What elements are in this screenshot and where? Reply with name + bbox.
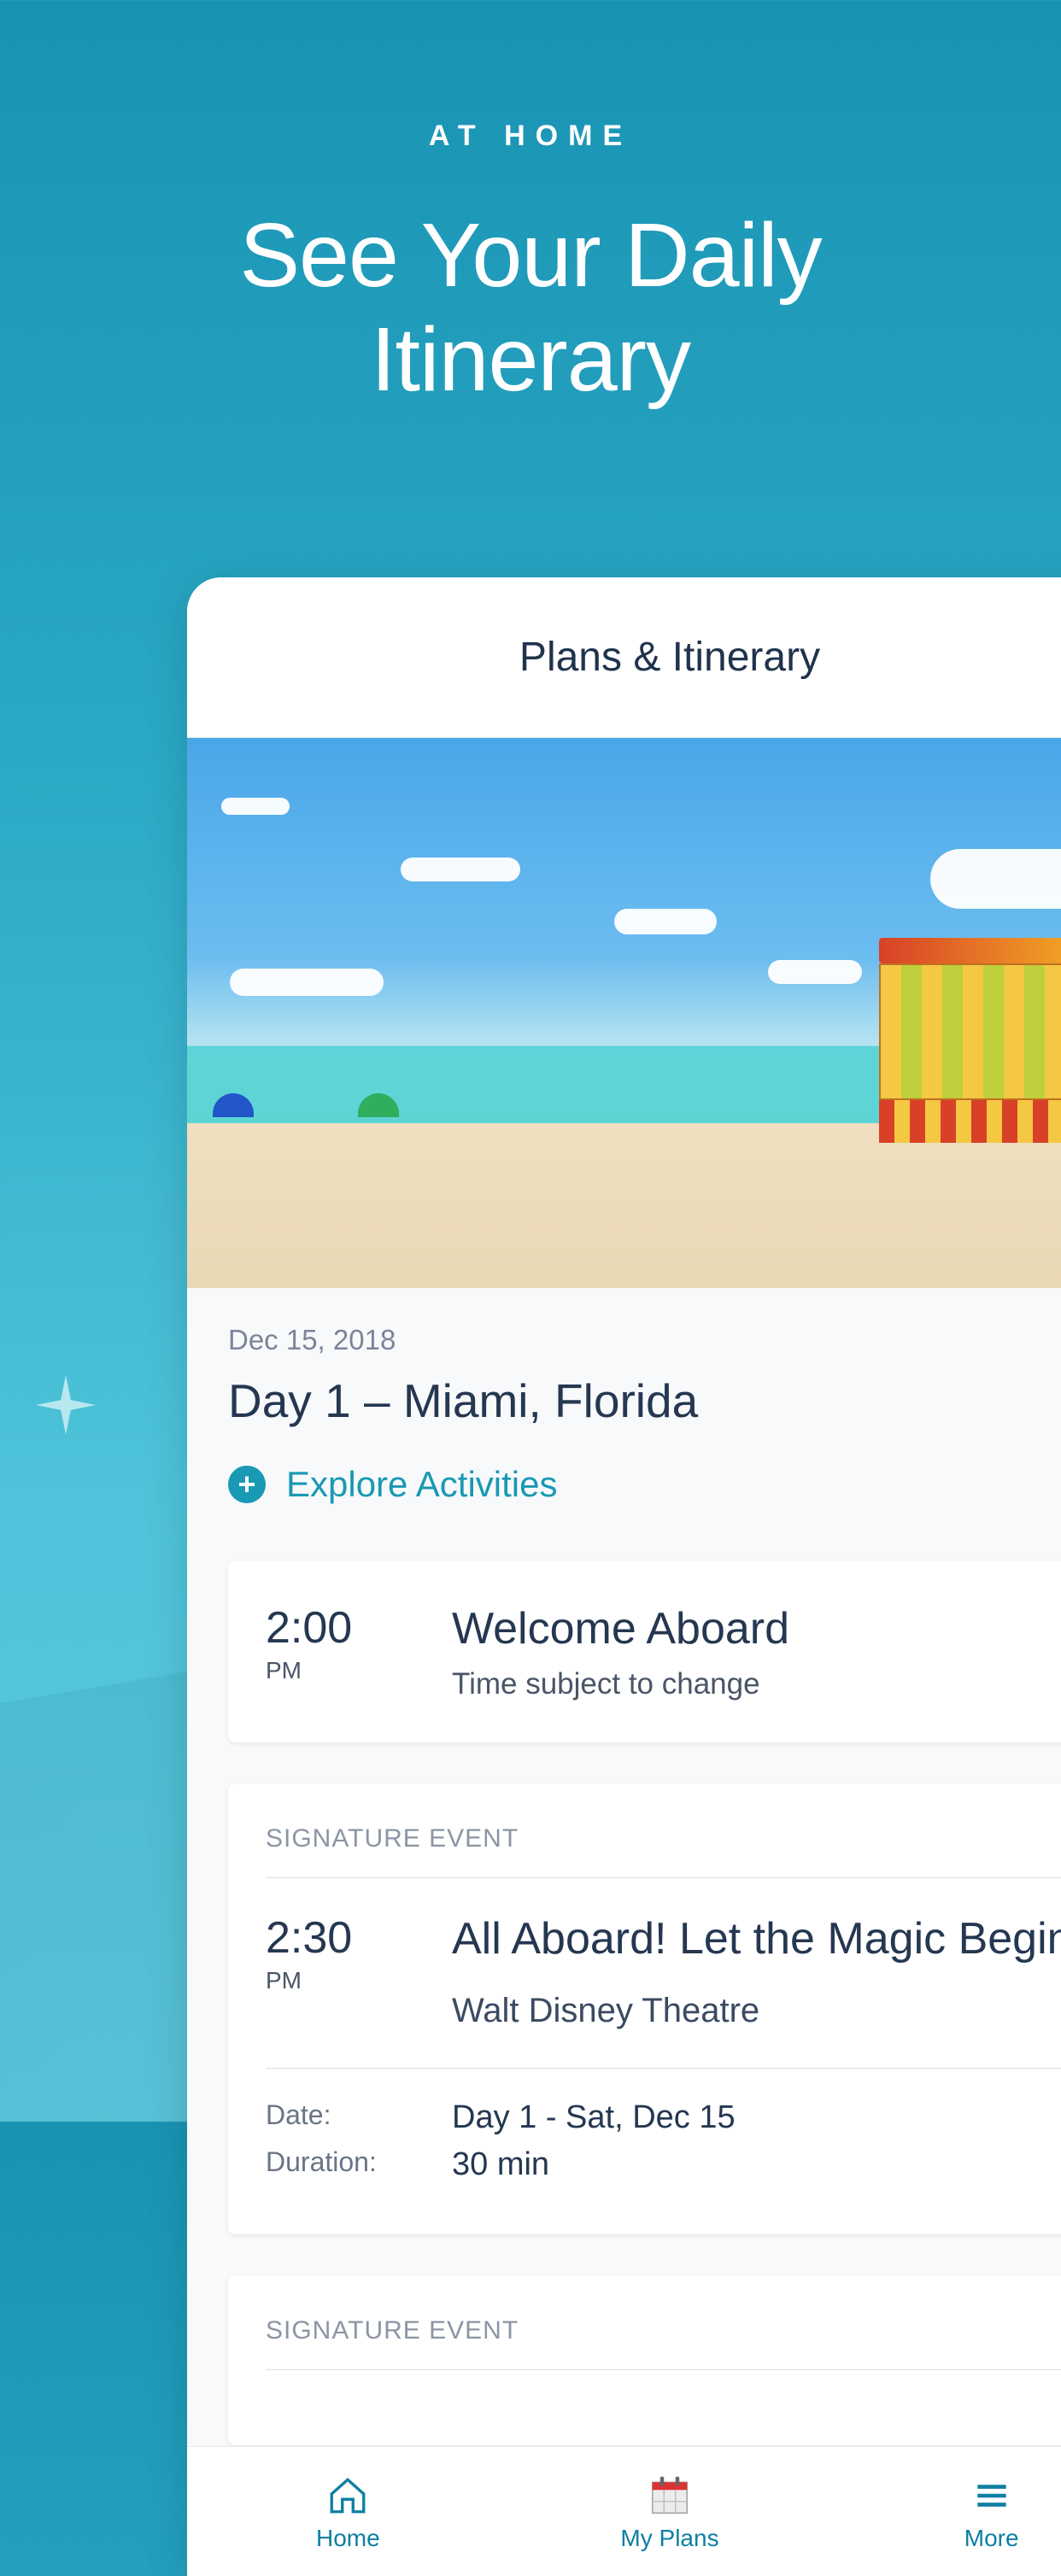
divider [266,1877,1061,1878]
lifeguard-stand-deco [879,938,1061,1143]
event-title: Welcome Aboard [452,1602,1061,1655]
event-card[interactable]: SIGNATURE EVENT [228,2275,1061,2445]
tab-bar: Home My Plans [187,2446,1061,2576]
event-time-value: 2:00 [266,1602,411,1654]
hero-image[interactable] [187,738,1061,1288]
divider [266,2068,1061,2069]
events-list: 2:00 PM Welcome Aboard Time subject to c… [187,1513,1061,2445]
tab-more[interactable]: More [830,2447,1061,2576]
umbrella-deco [213,1093,254,1117]
event-time-ampm: PM [266,1967,411,1994]
event-time-value: 2:30 [266,1912,411,1964]
home-icon [326,2472,369,2520]
promo-title-line2: Itinerary [371,309,690,410]
event-subtitle: Time subject to change [452,1667,1061,1701]
promo-eyebrow: AT HOME [0,120,1061,153]
event-card[interactable]: SIGNATURE EVENT 2:30 PM All Aboard! Let … [228,1783,1061,2234]
event-time: 2:00 PM [266,1602,411,1701]
cloud-deco [930,849,1061,909]
event-location: Walt Disney Theatre [452,1992,1061,2030]
app-header: Plans & Itinerary [187,577,1061,738]
promo-title-line1: See Your Daily [239,205,821,306]
plus-icon: + [228,1466,266,1503]
promo-header: AT HOME See Your Daily Itinerary [0,0,1061,413]
phone-mockup: Plans & Itinerary Dec 15, 2018 Day 1 – M… [187,577,1061,2576]
app-header-title: Plans & Itinerary [519,634,820,681]
day-date: Dec 15, 2018 [228,1324,1061,1356]
cloud-deco [230,969,384,996]
meta-date-label: Date: [266,2099,411,2136]
menu-icon [970,2472,1013,2520]
sparkle-icon [36,1375,96,1435]
cloud-deco [614,909,717,934]
cloud-deco [768,960,862,984]
event-title: All Aboard! Let the Magic Begin [452,1912,1061,1965]
cloud-deco [221,798,290,815]
tab-label: More [964,2525,1019,2552]
day-title: Day 1 – Miami, Florida [228,1373,1061,1428]
tab-label: My Plans [620,2525,718,2552]
explore-activities-button[interactable]: + Explore Activities [228,1464,1061,1505]
event-time: 2:30 PM [266,1912,411,2029]
tab-label: Home [316,2525,380,2552]
promo-title: See Your Daily Itinerary [0,204,1061,413]
event-section-label: SIGNATURE EVENT [266,1824,1061,1853]
cloud-deco [401,858,520,881]
umbrella-deco [358,1093,399,1117]
divider [266,2369,1061,2370]
tab-home[interactable]: Home [187,2447,509,2576]
explore-activities-label: Explore Activities [286,1464,557,1505]
meta-date-value: Day 1 - Sat, Dec 15 [452,2099,736,2136]
calendar-icon [647,2472,693,2520]
meta-duration-value: 30 min [452,2146,549,2183]
event-card[interactable]: 2:00 PM Welcome Aboard Time subject to c… [228,1561,1061,1742]
event-time-ampm: PM [266,1657,411,1684]
day-section: Dec 15, 2018 Day 1 – Miami, Florida + Ex… [187,1288,1061,1513]
tab-my-plans[interactable]: My Plans [509,2447,831,2576]
event-section-label: SIGNATURE EVENT [266,2316,1061,2345]
meta-duration-label: Duration: [266,2146,411,2183]
